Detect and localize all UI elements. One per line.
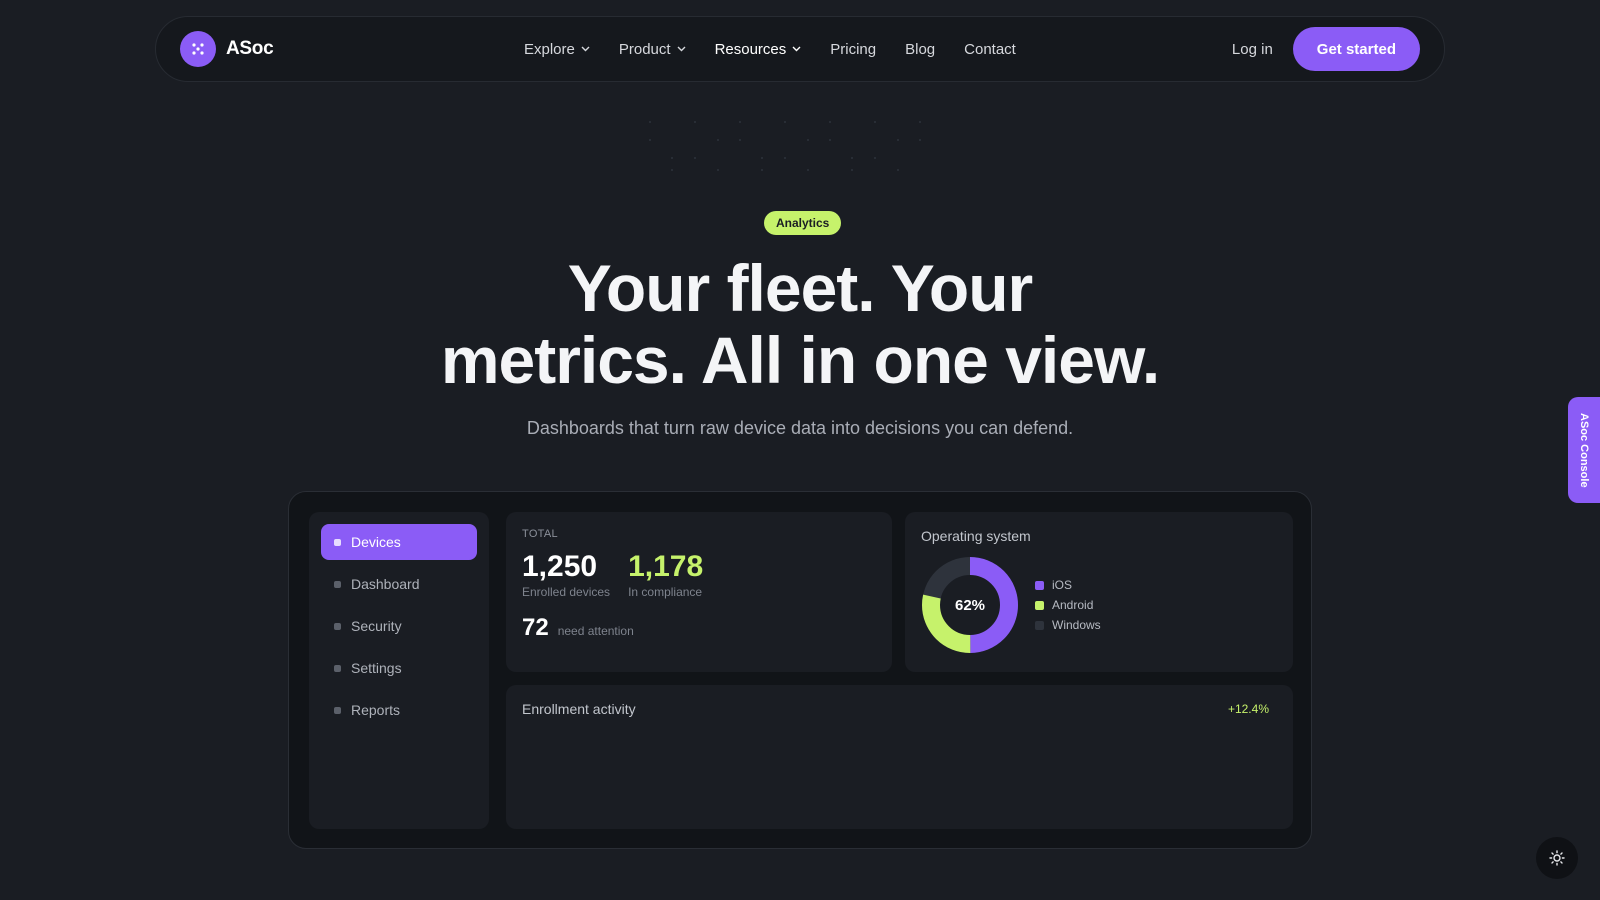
legend-item-android: Android (1035, 598, 1101, 612)
bullet-icon (334, 664, 341, 672)
dots-logo-icon (180, 31, 216, 67)
activity-title: Enrollment activity (522, 701, 636, 717)
os-donut-chart: 62% (921, 556, 1019, 654)
nav-links: Explore Product Resources Pricing Blog C… (524, 41, 1016, 58)
top-navbar: ASoc Explore Product Resources Pricing B… (155, 16, 1445, 82)
console-tab-label: ASoc Console (1578, 412, 1590, 488)
sidebar-item-settings[interactable]: Settings (321, 650, 477, 686)
nav-product[interactable]: Product (619, 41, 686, 58)
activity-delta: +12.4% (1227, 702, 1269, 716)
nav-pricing[interactable]: Pricing (830, 41, 876, 58)
theme-toggle-button[interactable] (1536, 837, 1578, 879)
total-card: TOTAL 1,250 Enrolled devices 1,178 In co… (506, 512, 892, 672)
hero-headline: Your fleet. Your metrics. All in one vie… (0, 252, 1600, 396)
total-label: TOTAL (522, 528, 558, 540)
nav-blog[interactable]: Blog (905, 41, 935, 58)
sidebar-item-label: Devices (351, 534, 401, 550)
console-side-tab[interactable]: ASoc Console (1568, 397, 1600, 503)
compliance-value: 1,178 (628, 550, 704, 583)
legend-label: iOS (1052, 578, 1073, 592)
legend-item-ios: iOS (1035, 578, 1101, 592)
get-started-button[interactable]: Get started (1292, 27, 1420, 71)
brand[interactable]: ASoc (180, 31, 274, 67)
hero-subhead: Dashboards that turn raw device data int… (526, 418, 1074, 438)
donut-center-label: 62% (954, 596, 986, 614)
nav-product-label: Product (618, 40, 671, 58)
enrolled-stat: 1,250 Enrolled devices (522, 550, 611, 600)
nav-actions: Log in Get started (1232, 27, 1420, 71)
bullet-icon (334, 622, 341, 630)
os-card: Operating system 62% iOS Android Windows (905, 512, 1293, 672)
legend-swatch (1035, 580, 1044, 590)
headline-line-1: Your fleet. Your (567, 251, 1033, 325)
sidebar-item-devices[interactable]: Devices (321, 524, 477, 560)
chevron-down-icon (677, 46, 686, 52)
dashboard-preview: Devices Dashboard Security Settings Repo… (288, 491, 1312, 849)
decorative-dots (649, 121, 921, 171)
totals-row: 1,250 Enrolled devices 1,178 In complian… (522, 550, 876, 600)
sidebar-item-security[interactable]: Security (321, 608, 477, 644)
activity-header: Enrollment activity +12.4% (522, 701, 1277, 717)
legend-label: Android (1052, 598, 1094, 612)
sidebar-item-dashboard[interactable]: Dashboard (321, 566, 477, 602)
compliance-caption: In compliance (628, 585, 703, 599)
compliance-stat: 1,178 In compliance (628, 550, 704, 600)
bullet-icon (334, 538, 341, 546)
enrolled-value: 1,250 (522, 550, 598, 583)
nav-explore-label: Explore (524, 40, 575, 58)
os-body: 62% iOS Android Windows (921, 556, 1277, 654)
dashboard-sidebar: Devices Dashboard Security Settings Repo… (309, 512, 489, 829)
sun-icon (1549, 850, 1565, 866)
sidebar-item-label: Security (351, 618, 402, 634)
legend-swatch (1035, 600, 1044, 610)
legend-swatch (1035, 620, 1044, 630)
nav-contact[interactable]: Contact (964, 41, 1016, 58)
os-legend: iOS Android Windows (1035, 572, 1101, 638)
attention-caption: need attention (557, 624, 634, 638)
sidebar-item-reports[interactable]: Reports (321, 692, 477, 728)
enrollment-activity-card: Enrollment activity +12.4% (506, 685, 1293, 829)
nav-resources[interactable]: Resources (715, 41, 802, 58)
bullet-icon (334, 706, 341, 714)
brand-name: ASoc (226, 38, 274, 59)
login-link[interactable]: Log in (1232, 41, 1273, 58)
attention-stat: 72 need attention (522, 614, 876, 642)
headline-line-2: metrics. All in one view. (440, 323, 1160, 397)
analytics-badge: Analytics (764, 211, 842, 235)
chevron-down-icon (581, 46, 590, 52)
legend-label: Windows (1052, 618, 1101, 632)
legend-item-windows: Windows (1035, 618, 1101, 632)
nav-explore[interactable]: Explore (524, 41, 590, 58)
sidebar-item-label: Settings (351, 660, 402, 676)
os-title: Operating system (921, 528, 1031, 544)
attention-value: 72 (522, 614, 549, 641)
bullet-icon (334, 580, 341, 588)
sidebar-item-label: Dashboard (351, 576, 420, 592)
enrolled-caption: Enrolled devices (522, 585, 611, 599)
nav-resources-label: Resources (714, 40, 787, 58)
chevron-down-icon (792, 46, 801, 52)
sidebar-item-label: Reports (351, 702, 401, 718)
